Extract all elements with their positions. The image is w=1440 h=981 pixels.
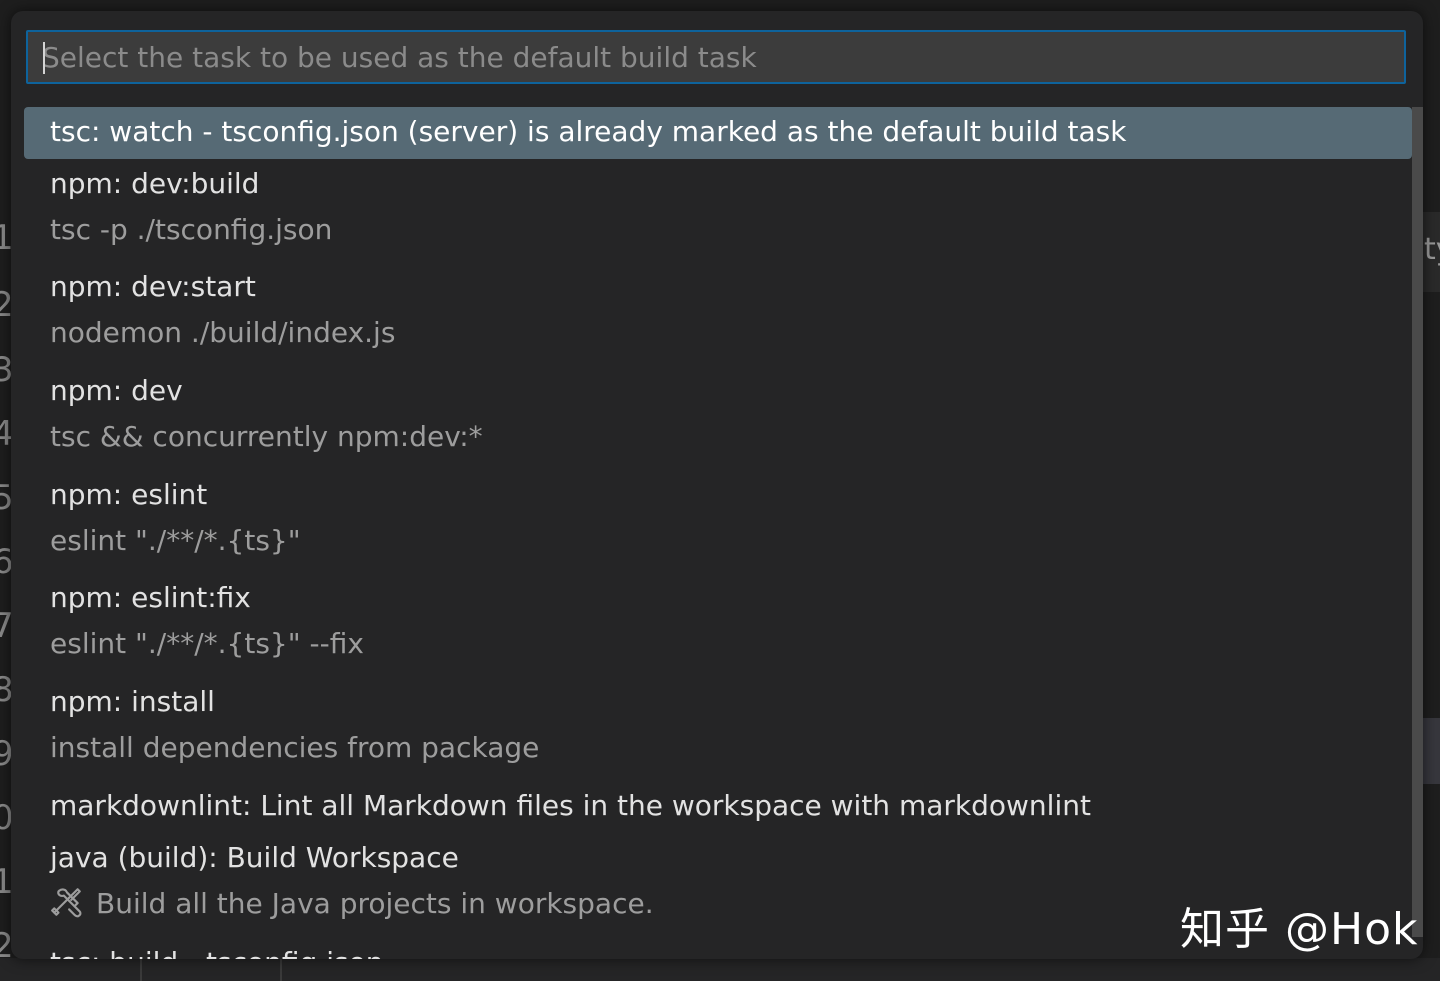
task-item-npm-install[interactable]: npm: install install dependencies from p… bbox=[24, 677, 1412, 781]
task-item-label: npm: dev:start bbox=[50, 270, 256, 303]
task-search-input[interactable] bbox=[42, 32, 1392, 82]
task-item-npm-dev-start[interactable]: npm: dev:start nodemon ./build/index.js bbox=[24, 262, 1412, 366]
editor-side-panel-tab: ty bbox=[1420, 212, 1440, 292]
task-item-label: java (build): Build Workspace bbox=[50, 841, 459, 874]
task-item-npm-eslint[interactable]: npm: eslint eslint "./**/*.{ts}" bbox=[24, 470, 1412, 573]
task-item-npm-eslint-fix[interactable]: npm: eslint:fix eslint "./**/*.{ts}" --f… bbox=[24, 573, 1412, 677]
task-item-detail: eslint "./**/*.{ts}" bbox=[50, 524, 301, 557]
task-item-label: npm: install bbox=[50, 685, 215, 718]
task-item-label: tsc: watch - tsconfig.json (server) is a… bbox=[50, 115, 1127, 148]
task-item-detail: eslint "./**/*.{ts}" --fix bbox=[50, 627, 364, 660]
task-item-detail: tsc && concurrently npm:dev:* bbox=[50, 420, 483, 453]
task-item-label: npm: eslint bbox=[50, 478, 208, 511]
task-item-detail: install dependencies from package bbox=[50, 731, 540, 764]
task-item-detail: nodemon ./build/index.js bbox=[50, 316, 396, 349]
task-item-label: npm: dev:build bbox=[50, 167, 260, 200]
editor-bottom-divider bbox=[140, 958, 142, 981]
quick-pick-widget: tsc: watch - tsconfig.json (server) is a… bbox=[11, 11, 1423, 959]
task-item-label: npm: dev bbox=[50, 374, 183, 407]
task-list: tsc: watch - tsconfig.json (server) is a… bbox=[24, 107, 1412, 959]
task-item-detail-with-icon: Build all the Java projects in workspace… bbox=[50, 885, 654, 920]
editor-bottom-divider bbox=[280, 958, 282, 981]
editor-bottom-strip bbox=[0, 958, 1440, 981]
tools-icon bbox=[51, 888, 82, 918]
task-item-label: tsc: build - tsconfig.json bbox=[50, 946, 383, 959]
task-item-label: npm: eslint:fix bbox=[50, 581, 251, 614]
task-item-label: markdownlint: Lint all Markdown files in… bbox=[50, 789, 1091, 822]
task-item-detail: Build all the Java projects in workspace… bbox=[96, 887, 654, 920]
watermark: 知乎 @Hok bbox=[1180, 904, 1419, 955]
task-item-npm-dev[interactable]: npm: dev tsc && concurrently npm:dev:* bbox=[24, 366, 1412, 470]
quick-pick-input-box[interactable] bbox=[26, 30, 1406, 84]
task-item-npm-dev-build[interactable]: npm: dev:build tsc -p ./tsconfig.json bbox=[24, 159, 1412, 262]
list-scrollbar[interactable] bbox=[1412, 107, 1423, 937]
editor-line-highlight bbox=[1420, 718, 1440, 784]
task-item-markdownlint[interactable]: markdownlint: Lint all Markdown files in… bbox=[24, 781, 1412, 833]
task-item-tsc-watch[interactable]: tsc: watch - tsconfig.json (server) is a… bbox=[24, 107, 1412, 159]
task-item-detail: tsc -p ./tsconfig.json bbox=[50, 213, 333, 246]
text-caret bbox=[43, 42, 45, 74]
